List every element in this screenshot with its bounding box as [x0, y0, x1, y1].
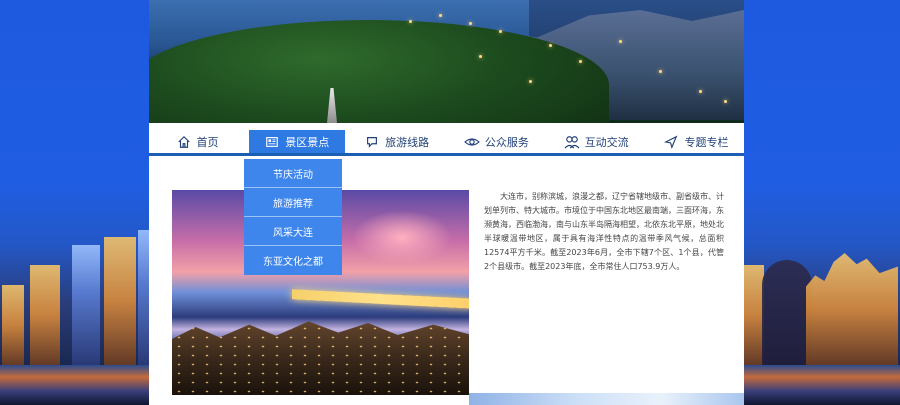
scenic-spots-dropdown: 节庆活动 旅游推荐 风采大连 东亚文化之都 [244, 159, 342, 275]
photo-bridge [292, 289, 469, 309]
send-icon [663, 134, 679, 150]
secondary-photo [469, 393, 744, 405]
nav-item-label: 景区景点 [285, 135, 330, 149]
nav-item-scenic-spots[interactable]: 景区景点 [248, 130, 345, 153]
nav-item-label: 专题专栏 [684, 135, 729, 149]
nav-item-routes[interactable]: 旅游线路 [349, 130, 445, 153]
background-city-left [0, 0, 150, 405]
nav-item-label: 互动交流 [584, 135, 629, 149]
nav-item-special-topics[interactable]: 专题专栏 [648, 130, 744, 153]
chat-bubble-icon [364, 134, 380, 150]
background-hill [762, 260, 812, 365]
background-city-right [744, 0, 900, 405]
background-building [104, 237, 136, 365]
nav-item-interaction[interactable]: 互动交流 [548, 130, 644, 153]
dropdown-item-east-asia-culture[interactable]: 东亚文化之都 [244, 246, 342, 275]
photo-rooftops [172, 321, 469, 395]
nav-item-label: 首页 [196, 135, 219, 149]
main-nav: 首页 景区景点 旅游线路 公众服务 互动交流 专题专栏 [149, 130, 744, 156]
background-building [744, 265, 764, 365]
nav-item-home[interactable]: 首页 [149, 130, 245, 153]
background-building [2, 285, 24, 365]
background-building [72, 245, 100, 365]
newspaper-icon [264, 134, 280, 150]
banner-hill [149, 20, 609, 123]
background-water [0, 365, 150, 405]
photo-sunset [352, 210, 452, 265]
nav-item-public-services[interactable]: 公众服务 [448, 130, 544, 153]
main-container: 首页 景区景点 旅游线路 公众服务 互动交流 专题专栏 节庆活动 旅游推荐 风采… [149, 0, 744, 405]
dropdown-item-recommendations[interactable]: 旅游推荐 [244, 188, 342, 217]
background-water [744, 365, 900, 405]
users-icon [564, 134, 580, 150]
dropdown-item-dalian-style[interactable]: 风采大连 [244, 217, 342, 246]
dropdown-item-festivals[interactable]: 节庆活动 [244, 159, 342, 188]
banner-image [149, 0, 744, 123]
nav-item-label: 公众服务 [484, 135, 529, 149]
eye-icon [464, 134, 480, 150]
city-intro-text: 大连市，别称滨城，浪漫之都，辽宁省辖地级市、副省级市、计划单列市、特大城市。市境… [484, 192, 724, 271]
home-icon [176, 134, 192, 150]
nav-item-label: 旅游线路 [385, 135, 430, 149]
background-building [30, 265, 60, 365]
